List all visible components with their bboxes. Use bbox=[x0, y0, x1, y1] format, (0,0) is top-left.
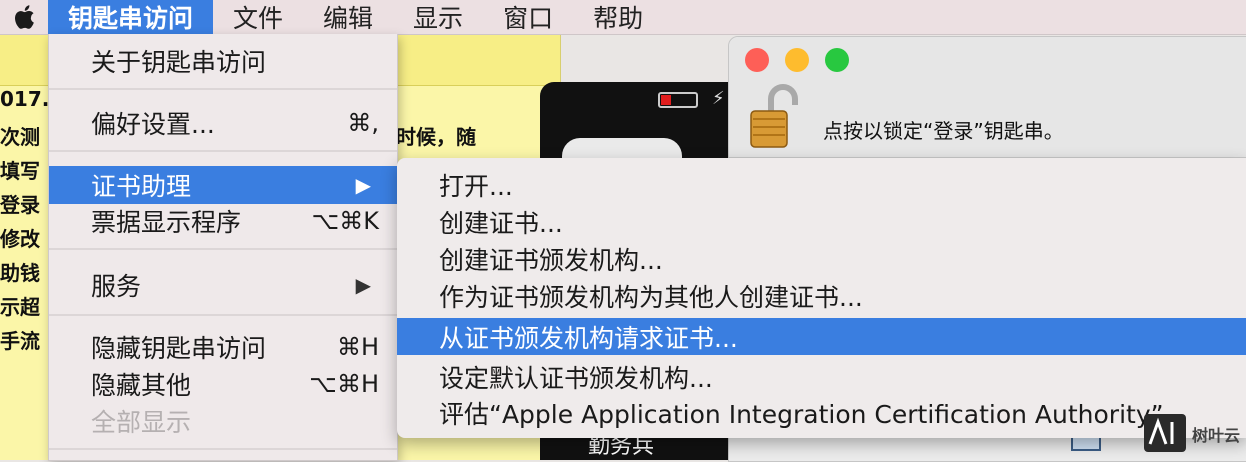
note-line: 手流 bbox=[0, 329, 40, 353]
submenu-arrow-icon: ▶ bbox=[355, 273, 371, 297]
keychain-access-menu: 关于钥匙串访问 偏好设置... ⌘, 证书助理 ▶ 票据显示程序 ⌥⌘K 服务 … bbox=[48, 34, 398, 461]
menu-item-preferences[interactable]: 偏好设置... ⌘, bbox=[49, 104, 397, 142]
menu-item-label: 服务 bbox=[91, 272, 142, 301]
note-line: 次测 bbox=[0, 125, 40, 149]
menu-window[interactable]: 窗口 bbox=[483, 0, 573, 34]
submenu-item-create-certificate[interactable]: 创建证书... bbox=[397, 203, 1246, 240]
menu-item-label: 关于钥匙串访问 bbox=[91, 48, 267, 77]
menu-bar: 钥匙串访问 文件 编辑 显示 窗口 帮助 bbox=[0, 0, 1246, 35]
menu-item-ticket-viewer[interactable]: 票据显示程序 ⌥⌘K bbox=[49, 202, 397, 240]
menu-separator bbox=[49, 448, 397, 450]
menu-item-label: 票据显示程序 bbox=[91, 208, 242, 237]
menu-file[interactable]: 文件 bbox=[213, 0, 303, 34]
keychain-titlebar: 点按以锁定“登录”钥匙串。 bbox=[729, 37, 1246, 158]
menu-item-label: 证书助理 bbox=[91, 172, 192, 201]
watermark-text: 树叶云 bbox=[1192, 426, 1241, 445]
submenu-item-open[interactable]: 打开... bbox=[397, 166, 1246, 203]
zoom-window-button[interactable] bbox=[825, 48, 849, 72]
note-line: 填写 bbox=[0, 159, 40, 183]
menu-item-label: 设定默认证书颁发机构... bbox=[439, 363, 713, 393]
menu-item-label: 隐藏其他 bbox=[91, 371, 192, 400]
shortcut-label: ⌘H bbox=[336, 333, 379, 361]
shortcut-label: ⌥⌘H bbox=[309, 370, 379, 398]
submenu-item-request-certificate[interactable]: 从证书颁发机构请求证书... bbox=[397, 318, 1246, 355]
menu-keychain-access[interactable]: 钥匙串访问 bbox=[48, 0, 214, 34]
unlocked-padlock-icon[interactable] bbox=[749, 83, 801, 149]
menu-separator bbox=[49, 88, 397, 90]
menu-item-label: 全部显示 bbox=[91, 408, 192, 437]
battery-icon bbox=[658, 92, 698, 108]
menu-help[interactable]: 帮助 bbox=[573, 0, 663, 34]
watermark: 树叶云 bbox=[1144, 414, 1244, 458]
submenu-item-create-ca[interactable]: 创建证书颁发机构... bbox=[397, 240, 1246, 277]
shortcut-label: ⌥⌘K bbox=[311, 207, 379, 235]
menu-separator bbox=[49, 248, 397, 250]
shortcut-label: ⌘, bbox=[347, 109, 379, 137]
submenu-item-evaluate[interactable]: 评估“Apple Application Integration Certifi… bbox=[397, 394, 1246, 431]
note-line: 示超 bbox=[0, 295, 40, 319]
note-line: 助钱 bbox=[0, 261, 40, 285]
charging-icon: ⚡ bbox=[712, 88, 725, 109]
minimize-window-button[interactable] bbox=[785, 48, 809, 72]
apple-logo-icon[interactable] bbox=[0, 0, 48, 34]
menu-separator bbox=[49, 314, 397, 316]
menu-item-hide-others[interactable]: 隐藏其他 ⌥⌘H bbox=[49, 365, 397, 403]
note-right-text: 时候，随 bbox=[396, 125, 476, 149]
submenu-item-create-cert-for-others[interactable]: 作为证书颁发机构为其他人创建证书... bbox=[397, 277, 1246, 314]
menu-item-label: 隐藏钥匙串访问 bbox=[91, 334, 267, 363]
close-window-button[interactable] bbox=[745, 48, 769, 72]
lock-keychain-hint: 点按以锁定“登录”钥匙串。 bbox=[823, 119, 1064, 143]
submenu-arrow-icon: ▶ bbox=[355, 173, 371, 197]
menu-edit[interactable]: 编辑 bbox=[303, 0, 393, 34]
note-line: 登录 bbox=[0, 193, 40, 217]
menu-view[interactable]: 显示 bbox=[393, 0, 483, 34]
menu-item-label: 创建证书颁发机构... bbox=[439, 245, 663, 275]
note-line: 修改 bbox=[0, 227, 40, 251]
menu-item-certificate-assistant[interactable]: 证书助理 ▶ bbox=[49, 166, 397, 204]
menu-separator bbox=[49, 150, 397, 152]
menu-item-label: 作为证书颁发机构为其他人创建证书... bbox=[439, 282, 863, 312]
menu-item-label: 打开... bbox=[439, 171, 513, 201]
submenu-item-set-default-ca[interactable]: 设定默认证书颁发机构... bbox=[397, 358, 1246, 395]
menu-item-about[interactable]: 关于钥匙串访问 bbox=[49, 42, 397, 80]
menu-item-label: 评估“Apple Application Integration Certifi… bbox=[439, 399, 1188, 429]
menu-item-label: 偏好设置... bbox=[91, 110, 215, 139]
watermark-logo bbox=[1144, 414, 1186, 452]
menu-item-label: 从证书颁发机构请求证书... bbox=[439, 323, 738, 353]
menu-item-services[interactable]: 服务 ▶ bbox=[49, 266, 397, 304]
menu-item-hide-app[interactable]: 隐藏钥匙串访问 ⌘H bbox=[49, 328, 397, 366]
menu-item-show-all: 全部显示 bbox=[49, 402, 397, 440]
menu-item-label: 创建证书... bbox=[439, 208, 563, 238]
certificate-assistant-submenu: 打开... 创建证书... 创建证书颁发机构... 作为证书颁发机构为其他人创建… bbox=[397, 158, 1246, 438]
